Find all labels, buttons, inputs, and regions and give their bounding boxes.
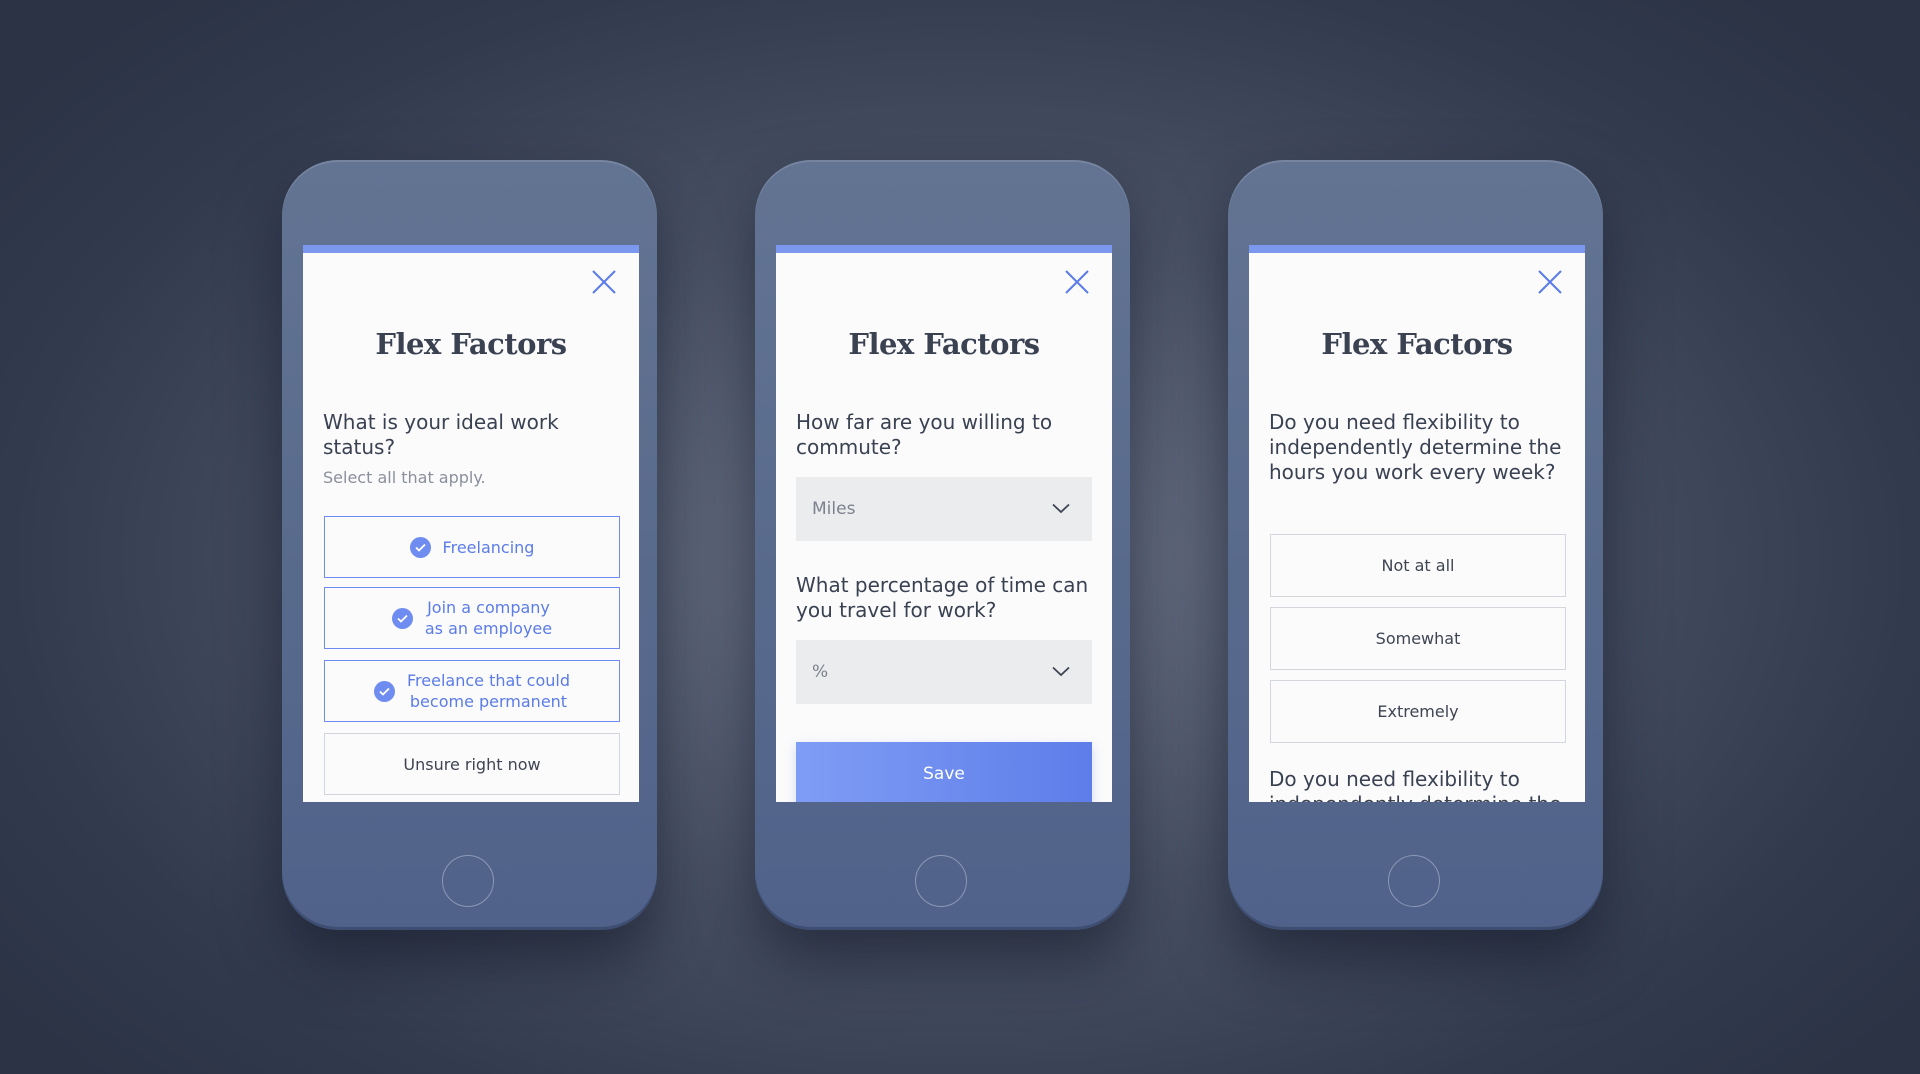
question-days: Do you need flexibility to independently… bbox=[1269, 767, 1561, 802]
option-freelance-permanent[interactable]: Freelance that could become permanent bbox=[324, 660, 620, 722]
travel-select[interactable]: % bbox=[796, 640, 1092, 704]
check-icon bbox=[409, 536, 431, 558]
option-freelancing[interactable]: Freelancing bbox=[324, 516, 620, 578]
phone-work-status: Flex Factors What is your ideal work sta… bbox=[282, 160, 657, 930]
page-title: Flex Factors bbox=[1321, 327, 1513, 361]
home-button[interactable] bbox=[442, 855, 494, 907]
check-icon bbox=[391, 607, 413, 629]
select-value: Miles bbox=[812, 499, 856, 519]
progress-bar bbox=[776, 245, 1112, 253]
chevron-down-icon bbox=[1052, 499, 1070, 519]
question-hours: Do you need flexibility to independently… bbox=[1269, 410, 1562, 484]
select-value: % bbox=[812, 662, 829, 682]
save-button[interactable]: Save bbox=[796, 742, 1092, 802]
question-work-status: What is your ideal work status? bbox=[323, 410, 559, 459]
progress-bar bbox=[303, 245, 639, 253]
check-icon bbox=[374, 680, 395, 702]
option-label: Extremely bbox=[1377, 702, 1459, 721]
option-label: Unsure right now bbox=[403, 754, 541, 774]
option-not-at-all[interactable]: Not at all bbox=[1270, 534, 1566, 597]
phone-screen: Flex Factors How far are you willing to … bbox=[776, 245, 1112, 802]
close-icon[interactable] bbox=[1535, 267, 1565, 297]
question-commute: How far are you willing to commute? bbox=[796, 410, 1053, 459]
commute-select[interactable]: Miles bbox=[796, 477, 1092, 541]
option-label: Freelancing bbox=[442, 537, 535, 557]
option-unsure[interactable]: Unsure right now bbox=[324, 733, 620, 795]
close-icon[interactable] bbox=[589, 267, 619, 297]
home-button[interactable] bbox=[1388, 855, 1440, 907]
phone-screen: Flex Factors What is your ideal work sta… bbox=[303, 245, 639, 802]
progress-bar bbox=[1249, 245, 1585, 253]
option-label: Join a company as an employee bbox=[424, 598, 553, 638]
question-hint: Select all that apply. bbox=[323, 468, 486, 487]
home-button[interactable] bbox=[915, 855, 967, 907]
chevron-down-icon bbox=[1052, 662, 1070, 682]
close-icon[interactable] bbox=[1062, 267, 1092, 297]
option-label: Not at all bbox=[1381, 556, 1455, 575]
page-title: Flex Factors bbox=[375, 327, 567, 361]
page-title: Flex Factors bbox=[848, 327, 1040, 361]
phone-flexibility: Flex Factors Do you need flexibility to … bbox=[1228, 160, 1603, 930]
phone-screen: Flex Factors Do you need flexibility to … bbox=[1249, 245, 1585, 802]
option-join-company[interactable]: Join a company as an employee bbox=[324, 587, 620, 649]
option-extremely[interactable]: Extremely bbox=[1270, 680, 1566, 743]
option-somewhat[interactable]: Somewhat bbox=[1270, 607, 1566, 670]
question-travel: What percentage of time can you travel f… bbox=[796, 573, 1089, 622]
option-label: Freelance that could become permanent bbox=[407, 671, 570, 711]
option-label: Somewhat bbox=[1375, 629, 1461, 648]
phone-commute-travel: Flex Factors How far are you willing to … bbox=[755, 160, 1130, 930]
